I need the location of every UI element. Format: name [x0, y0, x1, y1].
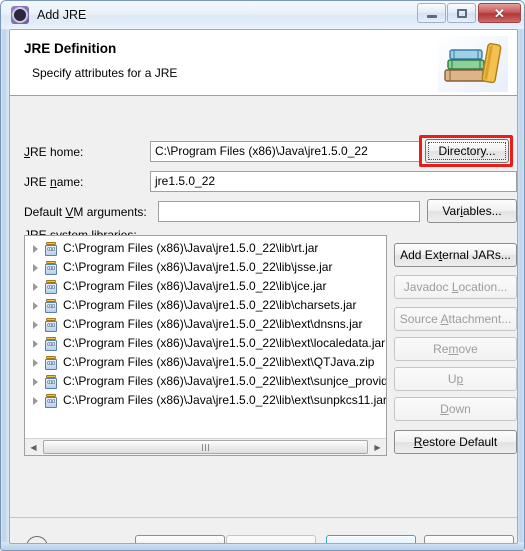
- variables-button[interactable]: Variables...: [427, 199, 517, 223]
- jar-file-icon: 010: [44, 298, 58, 313]
- jre-name-input[interactable]: jre1.5.0_22: [150, 171, 517, 192]
- minimize-icon: [426, 14, 437, 18]
- back-button[interactable]: < Back: [135, 535, 225, 544]
- library-path-label: C:\Program Files (x86)\Java\jre1.5.0_22\…: [63, 260, 333, 274]
- vm-args-label: Default VM arguments:: [24, 205, 147, 219]
- scrollbar-grip-icon: [201, 443, 210, 451]
- library-path-label: C:\Program Files (x86)\Java\jre1.5.0_22\…: [63, 336, 386, 350]
- next-button: Next >: [226, 535, 316, 544]
- jar-file-icon: 010: [44, 241, 58, 256]
- maximize-button[interactable]: [447, 3, 476, 23]
- dialog-header: JRE Definition Specify attributes for a …: [10, 30, 517, 96]
- window-title: Add JRE: [37, 8, 87, 22]
- dialog-client-area: JRE Definition Specify attributes for a …: [9, 29, 518, 544]
- jre-gear-icon: [11, 6, 29, 24]
- library-list-item[interactable]: 010 C:\Program Files (x86)\Java\jre1.5.0_…: [25, 296, 386, 315]
- finish-button[interactable]: Finish: [326, 535, 416, 544]
- side-button-remove: Remove: [394, 337, 517, 361]
- expand-triangle-icon[interactable]: [33, 263, 38, 272]
- library-path-label: C:\Program Files (x86)\Java\jre1.5.0_22\…: [63, 279, 327, 293]
- jar-file-icon: 010: [44, 374, 58, 389]
- close-button[interactable]: ✕: [478, 3, 521, 23]
- directory-button[interactable]: Directory...: [425, 139, 509, 163]
- side-button-label: Restore Default: [413, 435, 498, 449]
- side-button-label: Source Attachment...: [399, 312, 512, 326]
- library-path-label: C:\Program Files (x86)\Java\jre1.5.0_22\…: [63, 374, 386, 388]
- scrollbar-thumb[interactable]: [43, 440, 368, 454]
- books-icon: [438, 36, 508, 92]
- side-button-source-attachment: Source Attachment...: [394, 307, 517, 331]
- library-list-item[interactable]: 010 C:\Program Files (x86)\Java\jre1.5.0_…: [25, 391, 386, 410]
- footer-divider: [10, 517, 517, 518]
- jre-system-libraries-list[interactable]: 010 C:\Program Files (x86)\Java\jre1.5.0_…: [24, 235, 387, 456]
- library-path-label: C:\Program Files (x86)\Java\jre1.5.0_22\…: [63, 355, 375, 369]
- library-list-item[interactable]: 010 C:\Program Files (x86)\Java\jre1.5.0_…: [25, 239, 386, 258]
- library-list-item[interactable]: 010 C:\Program Files (x86)\Java\jre1.5.0_…: [25, 353, 386, 372]
- help-icon[interactable]: ?: [26, 536, 48, 543]
- side-button-restore-default[interactable]: Restore Default: [394, 430, 517, 454]
- expand-triangle-icon[interactable]: [33, 339, 38, 348]
- side-button-label: Remove: [433, 342, 478, 356]
- jar-file-icon: 010: [44, 317, 58, 332]
- expand-triangle-icon[interactable]: [33, 320, 38, 329]
- jre-home-input[interactable]: C:\Program Files (x86)\Java\jre1.5.0_22: [150, 141, 420, 162]
- jar-file-icon: 010: [44, 393, 58, 408]
- jar-file-icon: 010: [44, 355, 58, 370]
- scroll-right-arrow-icon[interactable]: ▶: [369, 439, 386, 455]
- jre-name-label: JRE name:: [24, 175, 84, 189]
- variables-button-label: Variables...: [442, 204, 502, 218]
- side-button-add-external-jars[interactable]: Add External JARs...: [394, 243, 517, 267]
- close-icon: ✕: [494, 5, 505, 21]
- side-button-label: Down: [440, 402, 471, 416]
- side-button-javadoc-location: Javadoc Location...: [394, 275, 517, 299]
- library-list-item[interactable]: 010 C:\Program Files (x86)\Java\jre1.5.0_…: [25, 315, 386, 334]
- side-button-label: Add External JARs...: [400, 248, 511, 262]
- directory-button-label: Directory...: [438, 144, 496, 158]
- add-jre-dialog-window: Add JRE ✕ JRE Definition Specify attribu…: [0, 0, 525, 551]
- jar-file-icon: 010: [44, 336, 58, 351]
- scroll-left-arrow-icon[interactable]: ◀: [25, 439, 42, 455]
- expand-triangle-icon[interactable]: [33, 377, 38, 386]
- window-frame-left: [1, 29, 9, 550]
- title-bar[interactable]: Add JRE ✕: [1, 1, 524, 29]
- library-path-label: C:\Program Files (x86)\Java\jre1.5.0_22\…: [63, 298, 357, 312]
- next-button-label: Next >: [253, 541, 288, 544]
- library-path-label: C:\Program Files (x86)\Java\jre1.5.0_22\…: [63, 241, 319, 255]
- expand-triangle-icon[interactable]: [33, 282, 38, 291]
- page-subtitle: Specify attributes for a JRE: [32, 66, 178, 80]
- finish-button-label: Finish: [355, 541, 387, 544]
- library-list-item[interactable]: 010 C:\Program Files (x86)\Java\jre1.5.0_…: [25, 334, 386, 353]
- jar-file-icon: 010: [44, 260, 58, 275]
- cancel-button-label: Cancel: [450, 541, 487, 544]
- vm-arguments-input[interactable]: [158, 201, 420, 222]
- jar-file-icon: 010: [44, 279, 58, 294]
- minimize-button[interactable]: [417, 3, 446, 23]
- back-button-label: < Back: [161, 541, 198, 544]
- side-button-label: Javadoc Location...: [403, 280, 508, 294]
- library-list-item[interactable]: 010 C:\Program Files (x86)\Java\jre1.5.0_…: [25, 277, 386, 296]
- library-path-label: C:\Program Files (x86)\Java\jre1.5.0_22\…: [63, 393, 386, 407]
- library-list-item[interactable]: 010 C:\Program Files (x86)\Java\jre1.5.0_…: [25, 372, 386, 391]
- library-path-label: C:\Program Files (x86)\Java\jre1.5.0_22\…: [63, 317, 363, 331]
- cancel-button[interactable]: Cancel: [424, 535, 514, 544]
- list-horizontal-scrollbar[interactable]: ◀ ▶: [25, 438, 386, 455]
- side-button-label: Up: [447, 372, 464, 386]
- expand-triangle-icon[interactable]: [33, 244, 38, 253]
- jre-home-label: JRE home:: [24, 145, 84, 159]
- library-list-item[interactable]: 010 C:\Program Files (x86)\Java\jre1.5.0_…: [25, 258, 386, 277]
- side-button-up: Up: [394, 367, 517, 391]
- side-button-down: Down: [394, 397, 517, 421]
- maximize-icon: [456, 8, 467, 18]
- expand-triangle-icon[interactable]: [33, 301, 38, 310]
- expand-triangle-icon[interactable]: [33, 396, 38, 405]
- expand-triangle-icon[interactable]: [33, 358, 38, 367]
- page-title: JRE Definition: [24, 41, 117, 56]
